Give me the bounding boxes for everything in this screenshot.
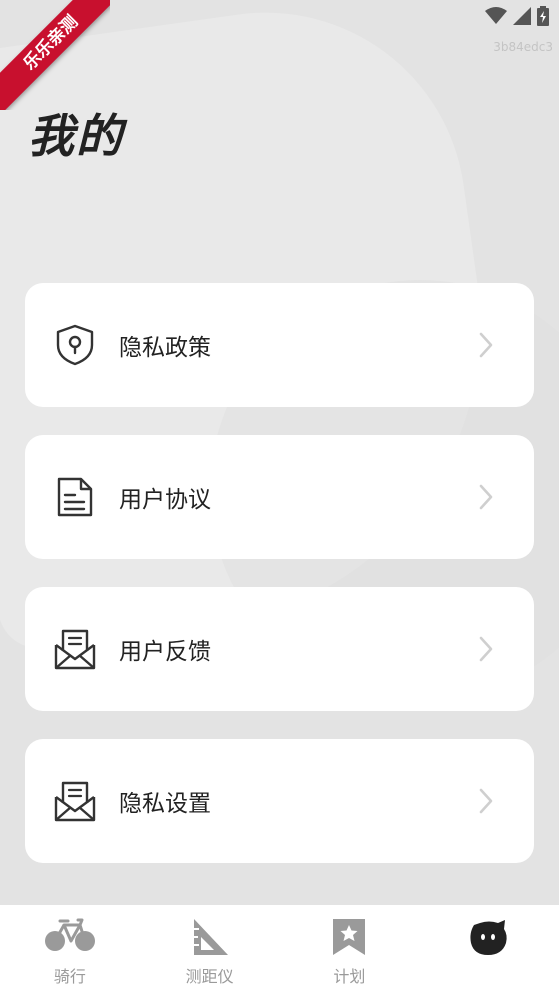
tab-plan[interactable]: 计划 xyxy=(280,905,420,995)
shield-lock-icon xyxy=(56,324,94,366)
tab-rangefinder[interactable]: 测距仪 xyxy=(140,905,280,995)
tab-label: 计划 xyxy=(333,967,366,986)
menu-item-privacy-policy[interactable]: 隐私政策 xyxy=(25,283,534,407)
tab-label: 骑行 xyxy=(53,967,86,986)
menu-item-label: 隐私政策 xyxy=(119,335,211,361)
menu-item-user-feedback[interactable]: 用户反馈 xyxy=(25,587,534,711)
ribbon-text: 乐乐亲测 xyxy=(0,0,110,110)
tab-riding[interactable]: 骑行 xyxy=(0,905,140,995)
bicycle-icon xyxy=(44,918,95,951)
mascot-icon xyxy=(470,920,507,955)
document-icon xyxy=(57,477,93,517)
signal-icon xyxy=(513,7,531,25)
bottom-tab-bar: 骑行 测距仪 计划 xyxy=(0,905,559,995)
chevron-right-icon xyxy=(479,332,493,358)
tab-mine[interactable] xyxy=(419,905,559,995)
menu-item-label: 用户反馈 xyxy=(119,639,211,665)
menu-item-privacy-settings[interactable]: 隐私设置 xyxy=(25,739,534,863)
menu-list: 隐私政策 用户协议 用户反馈 隐私设置 xyxy=(25,283,534,891)
chevron-right-icon xyxy=(479,636,493,662)
status-bar xyxy=(485,6,549,26)
wifi-icon xyxy=(485,7,507,24)
build-id: 3b84edc3 xyxy=(493,40,553,54)
mail-open-icon xyxy=(54,781,96,822)
tab-label: 测距仪 xyxy=(185,967,234,986)
menu-item-label: 隐私设置 xyxy=(119,791,211,817)
menu-item-user-agreement[interactable]: 用户协议 xyxy=(25,435,534,559)
bookmark-star-icon xyxy=(333,919,366,955)
battery-icon xyxy=(537,6,549,26)
chevron-right-icon xyxy=(479,788,493,814)
chevron-right-icon xyxy=(479,484,493,510)
mail-open-icon xyxy=(54,629,96,670)
ruler-triangle-icon xyxy=(193,919,228,955)
menu-item-label: 用户协议 xyxy=(119,487,211,513)
test-ribbon: 乐乐亲测 xyxy=(0,0,110,110)
